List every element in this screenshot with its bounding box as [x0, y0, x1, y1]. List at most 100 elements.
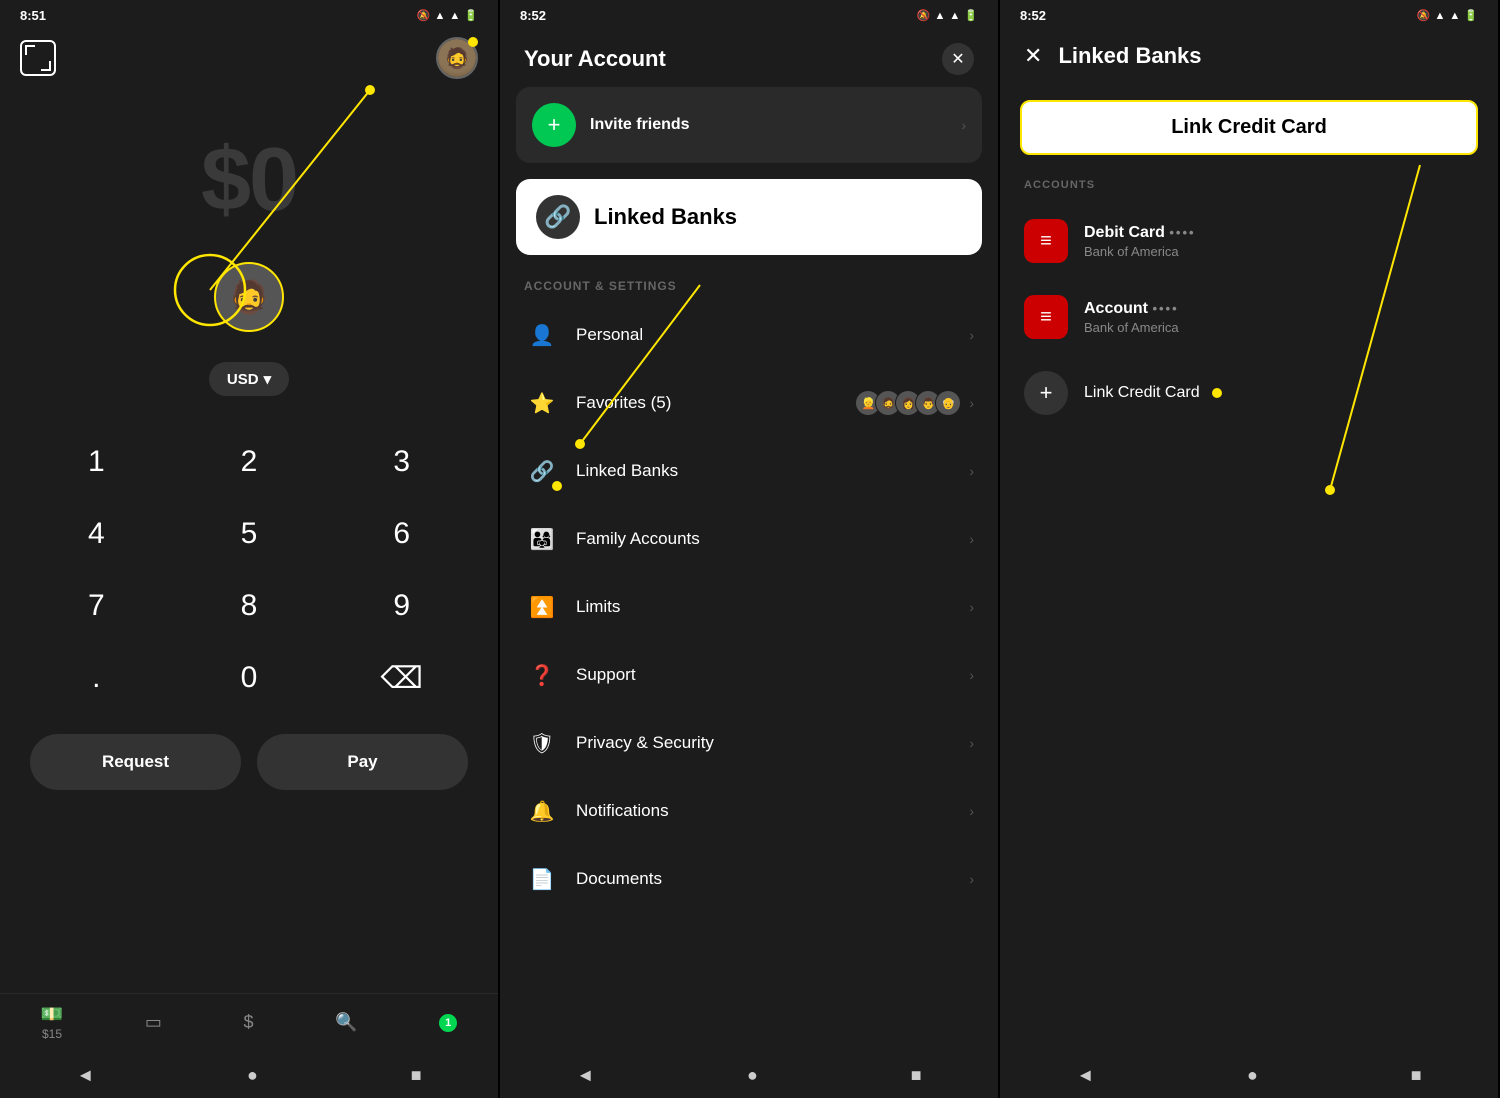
numpad-5[interactable]: 5	[173, 498, 326, 570]
battery-icon-2: 🔋	[964, 9, 978, 22]
support-chevron: ›	[969, 667, 974, 683]
nav-balance-label: $15	[42, 1027, 62, 1041]
numpad-1[interactable]: 1	[20, 426, 173, 498]
phone-panel-1: 8:51 🔕 ▲ ▲ 🔋 🧔 $0 🧔 USD	[0, 0, 500, 1098]
sound-icon: 🔕	[417, 9, 431, 22]
menu-item-documents[interactable]: 📄 Documents ›	[500, 845, 998, 913]
back-sys-button[interactable]: ◄	[76, 1065, 94, 1086]
notification-badge: 1	[439, 1014, 457, 1032]
recent-sys-button[interactable]: ■	[411, 1065, 422, 1086]
numpad-3[interactable]: 3	[325, 426, 478, 498]
home-sys-button[interactable]: ●	[247, 1065, 258, 1086]
numpad-6[interactable]: 6	[325, 498, 478, 570]
numpad-backspace[interactable]: ⌫	[325, 642, 478, 714]
nav-search[interactable]: 🔍	[335, 1012, 357, 1033]
status-bar-3: 8:52 🔕 ▲ ▲ 🔋	[1000, 0, 1498, 27]
wifi-icon: ▲	[449, 10, 460, 22]
accounts-label: ACCOUNTS	[1000, 171, 1498, 203]
status-icons-1: 🔕 ▲ ▲ 🔋	[417, 9, 478, 22]
favorites-avatars: 👱 🧔 👩 👨 👴	[855, 390, 961, 416]
limits-icon: ⏫	[524, 589, 560, 625]
search-icon: 🔍	[335, 1012, 357, 1033]
link-cc-yellow-dot	[1212, 388, 1222, 398]
battery-icon: 🔋	[464, 9, 478, 22]
link-credit-card-annotation: Link Credit Card	[1020, 100, 1478, 155]
back-sys-button-3[interactable]: ◄	[1076, 1065, 1094, 1086]
signal-icon: ▲	[435, 10, 446, 22]
numpad-8[interactable]: 8	[173, 570, 326, 642]
menu-item-limits[interactable]: ⏫ Limits ›	[500, 573, 998, 641]
menu-item-notifications[interactable]: 🔔 Notifications ›	[500, 777, 998, 845]
currency-selector[interactable]: USD ▾	[209, 362, 289, 396]
nav-balance[interactable]: 💵 $15	[41, 1004, 63, 1041]
limits-label: Limits	[576, 597, 969, 617]
nav-card[interactable]: ▭	[145, 1012, 162, 1033]
invite-friends-card[interactable]: + Invite friends ›	[516, 87, 982, 163]
menu-item-favorites[interactable]: ⭐ Favorites (5) 👱 🧔 👩 👨 👴 ›	[500, 369, 998, 437]
personal-chevron: ›	[969, 327, 974, 343]
linked-banks-dot	[552, 481, 562, 491]
close-button[interactable]: ✕	[942, 43, 974, 75]
section-label: ACCOUNT & SETTINGS	[500, 271, 998, 301]
recent-sys-button-3[interactable]: ■	[1411, 1065, 1422, 1086]
back-button[interactable]: ✕	[1024, 43, 1042, 69]
numpad-9[interactable]: 9	[325, 570, 478, 642]
numpad-4[interactable]: 4	[20, 498, 173, 570]
home-sys-button-2[interactable]: ●	[747, 1065, 758, 1086]
family-icon: 👨‍👩‍👧	[524, 521, 560, 557]
amount-display: $0	[201, 129, 297, 232]
menu-item-personal[interactable]: 👤 Personal ›	[500, 301, 998, 369]
debit-card-item[interactable]: ≡ Debit Card •••• Bank of America	[1000, 203, 1498, 279]
debit-card-info: Debit Card •••• Bank of America	[1084, 224, 1474, 259]
plus-icon: +	[1024, 371, 1068, 415]
fav-avatar-5: 👴	[935, 390, 961, 416]
signal-icon-3: ▲	[1435, 10, 1446, 22]
link-cc-annotation-text: Link Credit Card	[1171, 116, 1327, 138]
panel3-title: Linked Banks	[1058, 43, 1474, 69]
link-credit-card-row[interactable]: + Link Credit Card	[1000, 355, 1498, 431]
linked-banks-highlight-card[interactable]: 🔗 Linked Banks	[516, 179, 982, 255]
system-nav-1: ◄ ● ■	[0, 1053, 498, 1098]
pay-button[interactable]: Pay	[257, 734, 468, 790]
personal-icon: 👤	[524, 317, 560, 353]
invite-icon: +	[532, 103, 576, 147]
menu-item-linked-banks[interactable]: 🔗 Linked Banks ›	[500, 437, 998, 505]
panel3-header: ✕ Linked Banks	[1000, 27, 1498, 81]
numpad-0[interactable]: 0	[173, 642, 326, 714]
status-icons-2: 🔕 ▲ ▲ 🔋	[917, 9, 978, 22]
favorites-chevron: ›	[969, 395, 974, 411]
menu-item-support[interactable]: ❓ Support ›	[500, 641, 998, 709]
linked-banks-chevron: ›	[969, 463, 974, 479]
wifi-icon-3: ▲	[1449, 10, 1460, 22]
support-label: Support	[576, 665, 969, 685]
home-sys-button-3[interactable]: ●	[1247, 1065, 1258, 1086]
support-icon: ❓	[524, 657, 560, 693]
numpad-dot[interactable]: .	[20, 642, 173, 714]
scan-icon[interactable]	[20, 40, 56, 76]
sheet-title: Your Account	[524, 46, 666, 72]
invite-label: Invite friends	[590, 116, 690, 134]
linked-banks-highlight-icon: 🔗	[536, 195, 580, 239]
invite-chevron: ›	[961, 117, 966, 133]
boa-debit-logo: ≡	[1024, 219, 1068, 263]
time-3: 8:52	[1020, 8, 1046, 23]
linked-banks-highlight-label: Linked Banks	[594, 204, 737, 230]
privacy-chevron: ›	[969, 735, 974, 751]
numpad-2[interactable]: 2	[173, 426, 326, 498]
menu-item-family[interactable]: 👨‍👩‍👧 Family Accounts ›	[500, 505, 998, 573]
menu-item-privacy[interactable]: 🛡 Privacy & Security ›	[500, 709, 998, 777]
sheet-header: Your Account ✕	[500, 27, 998, 87]
recent-sys-button-2[interactable]: ■	[911, 1065, 922, 1086]
account-item[interactable]: ≡ Account •••• Bank of America	[1000, 279, 1498, 355]
numpad-7[interactable]: 7	[20, 570, 173, 642]
back-sys-button-2[interactable]: ◄	[576, 1065, 594, 1086]
nav-notifications[interactable]: 1	[439, 1014, 457, 1032]
avatar-container: 🧔	[436, 37, 478, 79]
profile-avatar[interactable]: 🧔	[214, 262, 284, 332]
time-1: 8:51	[20, 8, 46, 23]
sound-icon-3: 🔕	[1417, 9, 1431, 22]
notifications-label: Notifications	[576, 801, 969, 821]
request-button[interactable]: Request	[30, 734, 241, 790]
nav-home[interactable]: $	[244, 1012, 254, 1033]
notifications-icon: 🔔	[524, 793, 560, 829]
